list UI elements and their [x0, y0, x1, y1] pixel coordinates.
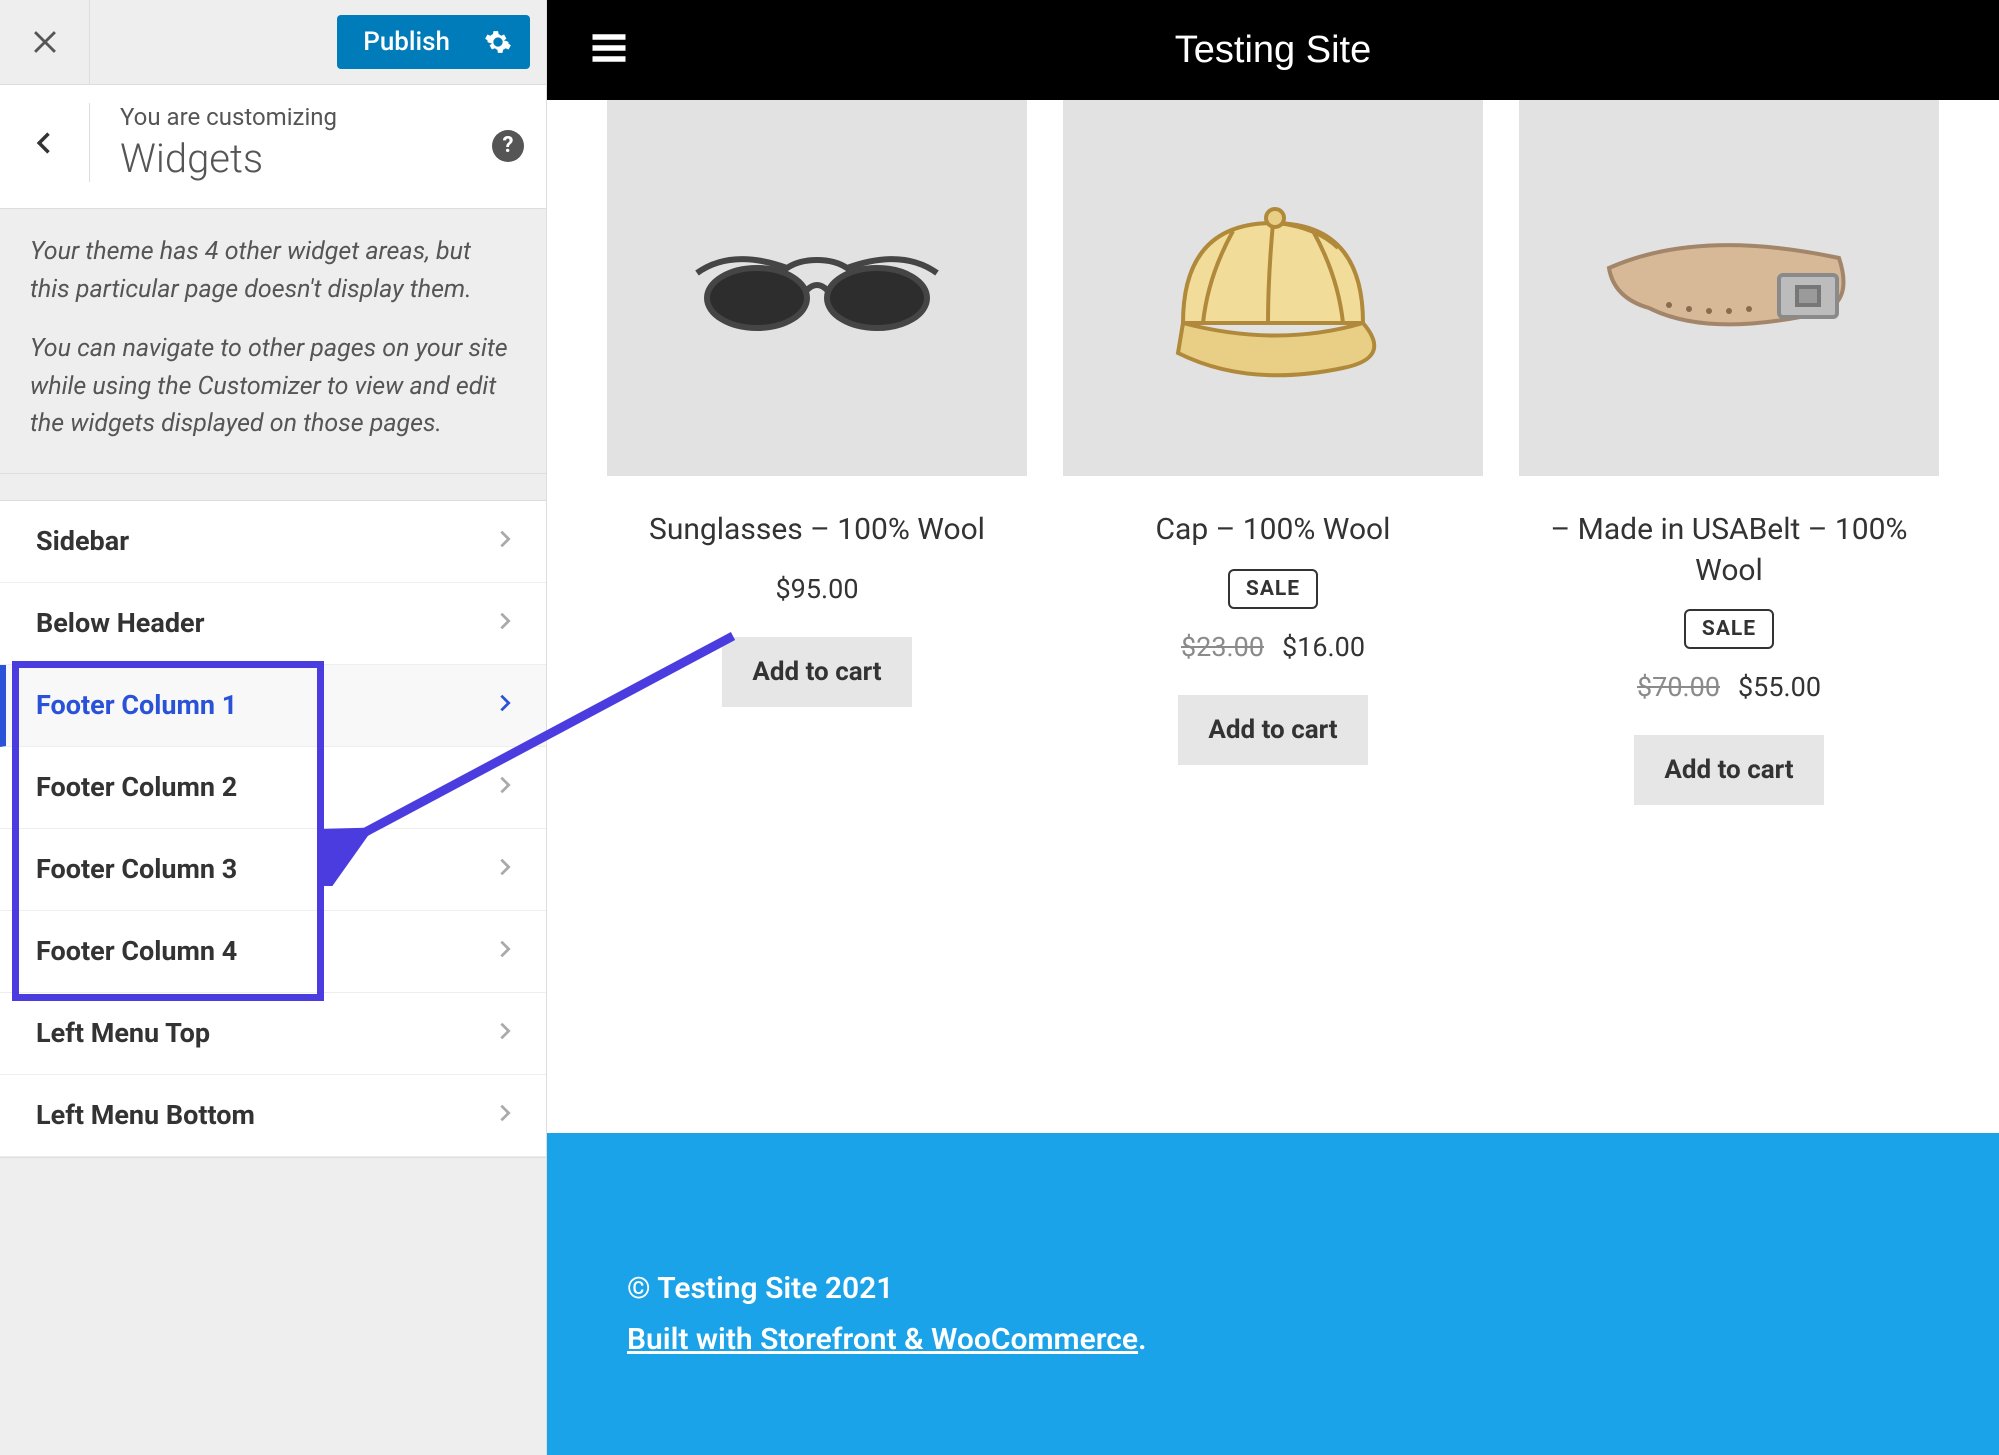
chevron-right-icon	[494, 1017, 516, 1049]
chevron-left-icon	[31, 129, 59, 157]
notice-line: You can navigate to other pages on your …	[30, 330, 516, 443]
widget-area-label: Footer Column 4	[36, 935, 237, 967]
widget-area-item[interactable]: Footer Column 4	[0, 911, 546, 993]
chevron-right-icon	[494, 607, 516, 639]
publish-settings[interactable]	[476, 28, 530, 56]
product-title[interactable]: Cap – 100% Wool	[1063, 510, 1483, 551]
chevron-right-icon	[494, 771, 516, 803]
product-title[interactable]: – Made in USABelt – 100% Wool	[1519, 510, 1939, 591]
product-card: – Made in USABelt – 100% WoolSALE$70.00$…	[1519, 100, 1939, 1133]
product-image[interactable]	[1519, 100, 1939, 476]
price-old: $70.00	[1637, 671, 1720, 703]
customizer-topbar: Publish	[0, 0, 546, 85]
site-preview: Testing Site Sunglasses – 100% Wool $95.0…	[547, 0, 1999, 1455]
widget-area-label: Left Menu Bottom	[36, 1099, 255, 1131]
footer-copyright: © Testing Site 2021	[627, 1263, 1919, 1314]
widget-area-item[interactable]: Below Header	[0, 583, 546, 665]
product-title[interactable]: Sunglasses – 100% Wool	[607, 510, 1027, 551]
widget-area-list: Sidebar Below Header Footer Column 1 Footer…	[0, 501, 546, 1157]
product-card: Cap – 100% Wool SALE $23.00 $16.00 Add to ca…	[1063, 100, 1483, 1133]
customizer-panel: Publish You are customizing Widgets ? Yo…	[0, 0, 547, 1455]
sale-badge: SALE	[1228, 569, 1318, 609]
chevron-right-icon	[494, 935, 516, 967]
price-current: $55.00	[1738, 671, 1821, 703]
widget-area-label: Left Menu Top	[36, 1017, 210, 1049]
price-current: $95.00	[776, 573, 859, 605]
panel-title: Widgets	[120, 135, 492, 182]
widget-area-item[interactable]: Left Menu Bottom	[0, 1075, 546, 1157]
preview-header: Testing Site	[547, 0, 1999, 100]
add-to-cart-button[interactable]: Add to cart	[1634, 735, 1823, 805]
back-button[interactable]	[0, 103, 90, 182]
product-price: $23.00 $16.00	[1063, 631, 1483, 663]
product-price: $70.00 $55.00	[1519, 671, 1939, 703]
widget-area-item[interactable]: Sidebar	[0, 501, 546, 583]
publish-label: Publish	[337, 27, 476, 57]
site-title: Testing Site	[631, 29, 1915, 72]
gear-icon	[484, 28, 512, 56]
chevron-right-icon	[494, 853, 516, 885]
hamburger-menu[interactable]	[587, 26, 631, 74]
widget-area-item[interactable]: Footer Column 2	[0, 747, 546, 829]
widget-area-item[interactable]: Footer Column 1	[0, 665, 546, 747]
price-current: $16.00	[1282, 631, 1365, 663]
add-to-cart-button[interactable]: Add to cart	[722, 637, 911, 707]
widget-area-label: Below Header	[36, 607, 205, 639]
sale-badge: SALE	[1684, 609, 1774, 649]
price-old: $23.00	[1181, 631, 1264, 663]
product-grid: Sunglasses – 100% Wool$95.00Add to cartC…	[547, 100, 1999, 1133]
add-to-cart-button[interactable]: Add to cart	[1178, 695, 1367, 765]
widget-area-label: Footer Column 3	[36, 853, 237, 885]
widget-area-label: Footer Column 1	[36, 689, 237, 721]
widget-notice: Your theme has 4 other widget areas, but…	[0, 209, 546, 473]
hamburger-icon	[587, 26, 631, 70]
product-price: $95.00	[607, 573, 1027, 605]
close-button[interactable]	[0, 0, 90, 84]
footer-credit-suffix: .	[1138, 1322, 1147, 1357]
chevron-right-icon	[494, 1099, 516, 1131]
chevron-right-icon	[494, 525, 516, 557]
notice-line: Your theme has 4 other widget areas, but…	[30, 233, 516, 308]
product-image[interactable]	[1063, 100, 1483, 476]
help-button[interactable]: ?	[492, 130, 524, 162]
customizer-heading: You are customizing Widgets ?	[0, 85, 546, 209]
chevron-right-icon	[494, 689, 516, 721]
product-card: Sunglasses – 100% Wool $95.00 Add to cart	[607, 100, 1027, 1133]
close-icon	[28, 25, 62, 59]
widget-area-label: Footer Column 2	[36, 771, 237, 803]
widget-area-item[interactable]: Left Menu Top	[0, 993, 546, 1075]
preview-footer: © Testing Site 2021 Built with Storefron…	[547, 1133, 1999, 1455]
publish-button[interactable]: Publish	[337, 15, 530, 69]
footer-credit-link[interactable]: Built with Storefront & WooCommerce	[627, 1322, 1138, 1357]
customizing-label: You are customizing	[120, 103, 492, 131]
widget-area-label: Sidebar	[36, 525, 129, 557]
widget-area-item[interactable]: Footer Column 3	[0, 829, 546, 911]
product-image[interactable]	[607, 100, 1027, 476]
help-icon: ?	[503, 133, 514, 158]
